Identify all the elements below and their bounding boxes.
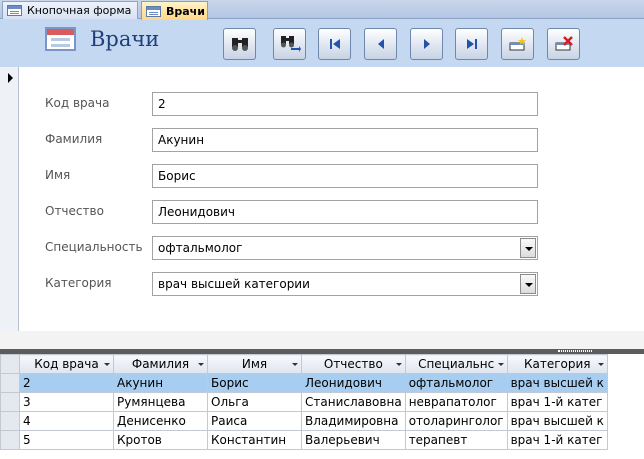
- record-selector[interactable]: [0, 67, 19, 331]
- last-name-label: Фамилия: [45, 132, 103, 146]
- column-header[interactable]: Код врача: [19, 354, 114, 374]
- new-record-icon: [509, 37, 526, 51]
- table-cell[interactable]: отоларинголог: [404, 411, 508, 431]
- category-value: врач высшей категории: [158, 277, 310, 291]
- chevron-down-icon[interactable]: [520, 238, 536, 258]
- select-all-cell[interactable]: [0, 354, 20, 374]
- current-record-icon: [8, 73, 13, 83]
- splitter-grip-icon[interactable]: [558, 350, 592, 352]
- table-cell[interactable]: Станиславовна: [301, 392, 406, 412]
- next-record-button[interactable]: [410, 28, 443, 60]
- chevron-down-icon[interactable]: [520, 274, 536, 294]
- first-name-label: Имя: [45, 168, 71, 182]
- table-cell[interactable]: врач 1-й катег: [506, 430, 608, 450]
- table-cell[interactable]: Денисенко: [113, 411, 208, 431]
- table-cell[interactable]: Акунин: [113, 373, 208, 393]
- first-record-button[interactable]: [318, 28, 351, 60]
- table-cell[interactable]: 4: [19, 411, 114, 431]
- first-name-field[interactable]: Борис: [152, 164, 538, 188]
- table-cell[interactable]: терапевт: [404, 430, 508, 450]
- table-cell[interactable]: Ольга: [207, 392, 302, 412]
- table-cell[interactable]: неврапатолог: [404, 392, 508, 412]
- patronymic-label: Отчество: [45, 204, 104, 218]
- category-combo[interactable]: врач высшей категории: [152, 272, 538, 296]
- category-label: Категория: [45, 276, 112, 290]
- binoculars-next-icon: [280, 36, 301, 52]
- specialty-combo[interactable]: офтальмолог: [152, 236, 538, 260]
- table-cell[interactable]: Леонидович: [301, 373, 406, 393]
- previous-record-icon: [377, 39, 384, 49]
- tab-doctors[interactable]: Врачи: [141, 1, 208, 20]
- table-row[interactable]: 3 Румянцева Ольга Станиславовна неврапат…: [0, 392, 608, 412]
- find-button[interactable]: [223, 28, 256, 60]
- column-header[interactable]: Категория: [506, 354, 608, 374]
- form-background: [0, 331, 644, 349]
- table-row[interactable]: 4 Денисенко Раиса Владимировна отоларинг…: [0, 411, 608, 431]
- table-cell[interactable]: врач высшей к: [506, 411, 608, 431]
- column-header[interactable]: Имя: [207, 354, 302, 374]
- binoculars-icon: [231, 38, 248, 51]
- table-cell[interactable]: врач 1-й катег: [506, 392, 608, 412]
- table-row[interactable]: 5 Кротов Константин Валерьевич терапевт …: [0, 430, 608, 450]
- specialty-value: офтальмолог: [158, 241, 243, 255]
- table-header-row: Код врача Фамилия Имя Отчество Специальн…: [0, 354, 608, 374]
- form-title: Врачи: [90, 27, 160, 51]
- row-selector[interactable]: [0, 392, 20, 412]
- first-record-icon: [329, 39, 340, 49]
- table-cell[interactable]: Борис: [207, 373, 302, 393]
- sort-arrow-icon[interactable]: [395, 363, 402, 366]
- row-selector[interactable]: [0, 430, 20, 450]
- sort-arrow-icon[interactable]: [597, 363, 604, 366]
- table-cell[interactable]: Владимировна: [301, 411, 406, 431]
- sort-arrow-icon[interactable]: [497, 363, 504, 366]
- specialty-label: Специальность: [45, 240, 143, 254]
- previous-record-button[interactable]: [364, 28, 397, 60]
- table-cell[interactable]: 3: [19, 392, 114, 412]
- table-cell[interactable]: Константин: [207, 430, 302, 450]
- column-header[interactable]: Специальнс: [404, 354, 508, 374]
- table-cell[interactable]: 5: [19, 430, 114, 450]
- delete-record-button[interactable]: [547, 28, 580, 60]
- form-icon: [7, 5, 22, 16]
- column-header[interactable]: Отчество: [301, 354, 406, 374]
- last-name-field[interactable]: Акунин: [152, 128, 538, 152]
- tab-label: Врачи: [166, 4, 205, 18]
- form-icon: [146, 5, 161, 17]
- table-cell[interactable]: Раиса: [207, 411, 302, 431]
- doctors-table: Код врача Фамилия Имя Отчество Специальн…: [0, 354, 608, 450]
- form-header: Врачи: [0, 19, 644, 67]
- table-cell[interactable]: 2: [19, 373, 114, 393]
- tab-label: Кнопочная форма: [27, 4, 132, 17]
- sort-arrow-icon[interactable]: [198, 363, 204, 366]
- next-record-icon: [423, 39, 430, 49]
- document-tabs: Кнопочная форма Врачи: [0, 0, 644, 20]
- doctor-id-field[interactable]: 2: [152, 92, 538, 116]
- last-record-button[interactable]: [455, 28, 488, 60]
- table-cell[interactable]: Румянцева: [113, 392, 208, 412]
- find-next-button[interactable]: [273, 28, 306, 60]
- last-record-icon: [466, 39, 477, 49]
- table-cell[interactable]: Валерьевич: [301, 430, 406, 450]
- table-cell[interactable]: врач высшей к: [506, 373, 608, 393]
- tab-main-switchboard[interactable]: Кнопочная форма: [2, 1, 138, 19]
- sort-arrow-icon[interactable]: [104, 363, 110, 366]
- form-logo-icon: [45, 27, 76, 51]
- doctor-id-label: Код врача: [45, 96, 110, 110]
- row-selector[interactable]: [0, 373, 20, 393]
- sort-arrow-icon[interactable]: [292, 363, 298, 366]
- column-header[interactable]: Фамилия: [113, 354, 208, 374]
- table-row[interactable]: 2 Акунин Борис Леонидович офтальмолог вр…: [0, 373, 608, 393]
- row-selector[interactable]: [0, 411, 20, 431]
- table-cell[interactable]: офтальмолог: [404, 373, 508, 393]
- table-cell[interactable]: Кротов: [113, 430, 208, 450]
- datasheet: Код врача Фамилия Имя Отчество Специальн…: [0, 354, 644, 459]
- delete-record-icon: [555, 36, 573, 51]
- patronymic-field[interactable]: Леонидович: [152, 200, 538, 224]
- new-record-button[interactable]: [501, 28, 534, 60]
